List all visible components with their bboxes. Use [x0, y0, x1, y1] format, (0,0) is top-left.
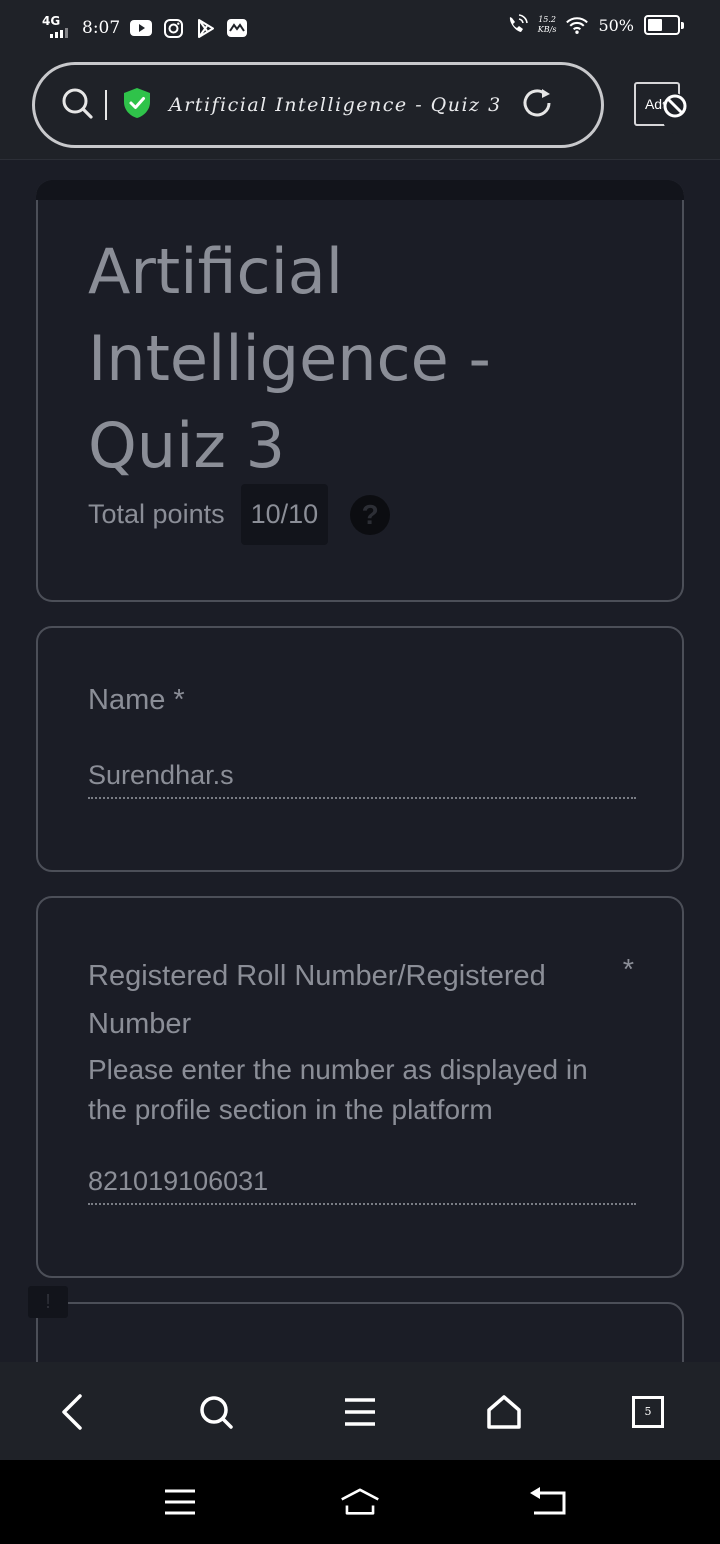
question-card-name: Name * Surendhar.s [36, 626, 684, 872]
question-card-next [36, 1302, 684, 1362]
total-points-label: Total points [88, 499, 225, 529]
reload-icon[interactable] [520, 86, 554, 125]
home-icon[interactable] [484, 1392, 524, 1432]
url-page-title[interactable]: Artificial Intelligence - Quiz 3 [169, 94, 502, 116]
block-icon [662, 93, 688, 134]
required-mark: * [622, 954, 634, 986]
network-type: 4G [42, 14, 61, 28]
signal-indicator: 4G [42, 14, 72, 42]
signal-bars-icon [50, 28, 68, 38]
question-label-name: Name * [88, 684, 185, 716]
battery-icon [644, 15, 684, 35]
speed-unit: KB/s [537, 25, 557, 34]
form-header-card: Artificial Intelligence - Quiz 3 Total p… [36, 180, 684, 602]
search-icon[interactable] [196, 1392, 236, 1432]
question-help-text: Please enter the number as displayed in … [88, 1054, 588, 1125]
recents-icon[interactable] [160, 1482, 200, 1522]
form-content[interactable]: Artificial Intelligence - Quiz 3 Total p… [0, 160, 720, 1362]
youtube-icon [130, 17, 153, 39]
battery-percent: 50% [598, 15, 634, 35]
status-bar: 4G 8:07 15.2 KB/s 50% [0, 0, 720, 58]
total-points-row: Total points 10/10 ? [88, 484, 391, 545]
status-time: 8:07 [82, 18, 121, 38]
answer-roll-number: 821019106031 [88, 1166, 636, 1205]
browser-address-bar: Artificial Intelligence - Quiz 3 Ads [0, 58, 720, 160]
tabs-icon[interactable]: 5 [628, 1392, 668, 1432]
network-speed: 15.2 KB/s [538, 15, 557, 35]
mail-icon [226, 17, 248, 39]
form-title: Artificial Intelligence - Quiz 3 [88, 235, 491, 482]
url-divider [105, 90, 107, 120]
status-left: 4G 8:07 [42, 14, 248, 42]
security-shield-icon[interactable] [123, 87, 151, 124]
browser-toolbar: 5 [0, 1362, 720, 1460]
back-icon[interactable] [52, 1392, 92, 1432]
answer-name: Surendhar.s [88, 760, 636, 799]
tab-count: 5 [632, 1396, 664, 1428]
system-navigation-bar [0, 1460, 720, 1544]
speed-value: 15.2 [538, 15, 557, 24]
question-label-roll-number: Registered Roll Number/Registered Number [88, 960, 546, 1040]
report-icon[interactable]: ! [28, 1286, 68, 1318]
play-store-icon [194, 17, 216, 39]
form-header-band [36, 180, 684, 200]
status-right: 15.2 KB/s 50% [506, 14, 684, 36]
wifi-calling-icon [506, 14, 528, 36]
search-icon[interactable] [61, 87, 93, 124]
instagram-icon [162, 17, 184, 39]
url-bar[interactable]: Artificial Intelligence - Quiz 3 [32, 62, 604, 148]
wifi-icon [566, 14, 589, 36]
help-icon[interactable]: ? [350, 494, 391, 535]
total-points-value: 10/10 [240, 484, 329, 545]
ad-block-button[interactable]: Ads [634, 82, 688, 134]
battery-fill [648, 19, 662, 31]
home-icon[interactable] [340, 1482, 380, 1522]
menu-icon[interactable] [340, 1392, 380, 1432]
question-card-roll-number: Registered Roll Number/Registered Number… [36, 896, 684, 1278]
back-icon[interactable] [528, 1482, 568, 1522]
